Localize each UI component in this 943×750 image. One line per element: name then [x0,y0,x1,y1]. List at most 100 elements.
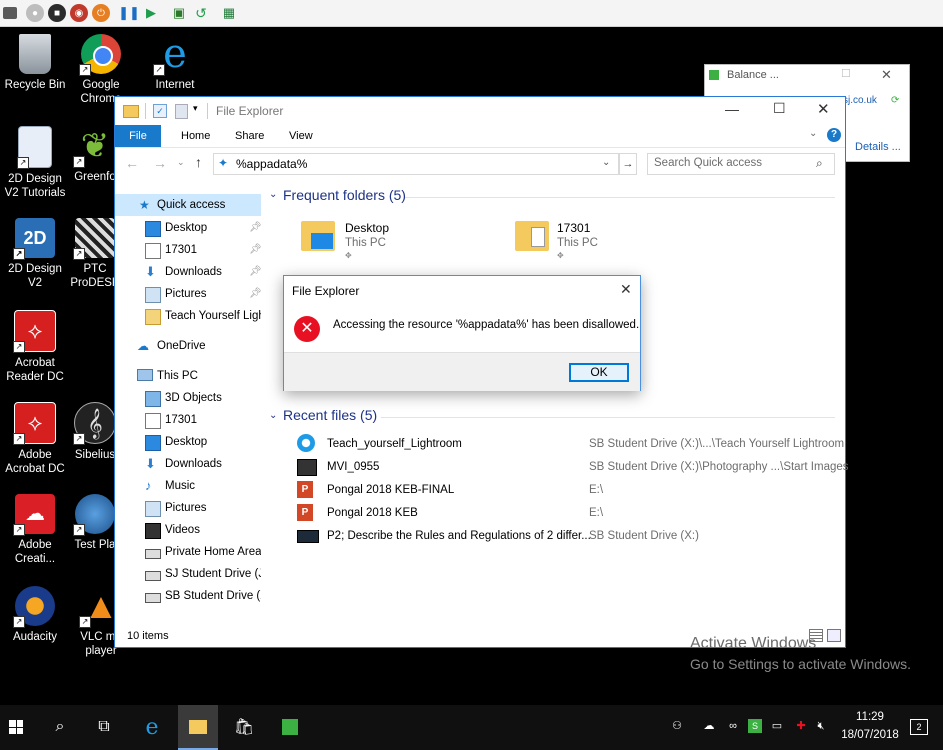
close-icon[interactable]: ✕ [817,100,830,118]
recent-file-row[interactable]: P Pongal 2018 KEB E:\ [295,502,840,524]
people-icon[interactable]: ⚇ [670,719,684,733]
tab-file[interactable]: File [115,125,161,147]
vm-share-icon[interactable]: ▦ [220,4,238,22]
refresh-icon[interactable]: ⟳ [891,95,899,106]
frequent-folders-header[interactable]: Frequent folders (5) [283,187,406,203]
internet-shortcut-icon [297,434,315,452]
recent-locations-icon[interactable]: ⌄ [177,157,185,168]
file-explorer-taskbar-button[interactable] [178,705,218,750]
collapse-chevron-icon[interactable]: ⌄ [269,410,277,421]
up-icon[interactable]: ↑ [195,154,202,170]
vm-pause-icon[interactable]: ❚❚ [118,4,140,22]
desktop-icon-2d-design-tutorials[interactable]: ↗ 2D Design V2 Tutorials [0,126,70,200]
link-icon[interactable]: ∞ [726,719,740,733]
clock[interactable]: 11:29 18/07/2018 [840,708,900,744]
recent-file-row[interactable]: Teach_yourself_Lightroom SB Student Driv… [295,433,844,455]
network-icon[interactable]: ▭ [770,719,784,733]
desktop-icon-adobe-acrobat[interactable]: ⟡ ↗ Adobe Acrobat DC [0,402,70,476]
search-icon[interactable]: ⌕ [46,713,74,741]
notifications-icon[interactable]: 2 [910,719,928,735]
onedrive-icon[interactable]: ☁ [702,719,716,733]
desktop-icon-recycle-bin[interactable]: Recycle Bin [0,34,70,92]
desktop-icon-test-player[interactable]: ↗ Test Pla [70,494,120,552]
vm-power-icon[interactable]: ⏻ [92,4,110,22]
vm-settings-icon[interactable]: ● [26,4,44,22]
nav-pc-17301[interactable]: 17301 [115,409,261,431]
edge-icon[interactable]: e [138,713,166,741]
address-field[interactable]: ✦ %appadata% ⌄ [213,153,619,175]
vm-menu-icon[interactable] [3,7,17,19]
properties-icon[interactable]: ✓ [153,104,167,118]
nav-this-pc[interactable]: This PC [115,365,261,387]
search-box[interactable]: Search Quick access ⌕ [647,153,835,175]
balance-app-icon[interactable] [276,713,304,741]
nav-sj-student-drive[interactable]: SJ Student Drive (J:) [115,563,261,585]
tab-home[interactable]: Home [173,125,218,147]
frequent-folder-desktop[interactable]: Desktop This PC ✥ [301,217,501,263]
details-link[interactable]: Details ... [855,141,901,153]
nav-17301[interactable]: 17301 📌︎ [115,239,261,261]
balance-tray-icon[interactable]: S [748,719,762,733]
taskbar: ⌕ ⧉ e 🛍︎ ⚇ ☁ ∞ S ▭ ✚ 🔇︎ 11:29 18/07/2018… [0,705,943,750]
volume-icon[interactable]: 🔇︎ [814,719,828,733]
nav-desktop[interactable]: Desktop 📌︎ [115,217,261,239]
recent-file-row[interactable]: P Pongal 2018 KEB-FINAL E:\ [295,479,840,501]
desktop-icon-ptc-prodesktop[interactable]: ↗ PTC ProDESK [70,218,120,290]
pin-icon[interactable]: 📌︎ [249,217,261,239]
nav-3d-objects[interactable]: 3D Objects [115,387,261,409]
vm-reset-icon[interactable]: ◉ [70,4,88,22]
address-dropdown-icon[interactable]: ⌄ [602,157,610,168]
tab-view[interactable]: View [281,125,321,147]
nav-private-home-area[interactable]: Private Home Area [115,541,261,563]
back-icon[interactable]: ← [125,155,139,171]
nav-quick-access[interactable]: ★ Quick access [115,194,261,216]
close-icon[interactable]: ✕ [881,67,892,83]
search-icon[interactable]: ⌕ [816,156,823,171]
nav-pc-desktop[interactable]: Desktop [115,431,261,453]
new-folder-icon[interactable] [175,104,188,119]
vm-stop-icon[interactable]: ■ [48,4,66,22]
quick-access-toolbar-dropdown-icon[interactable]: ▾ [193,103,198,114]
nav-music[interactable]: ♪ Music [115,475,261,497]
go-arrow-icon[interactable]: → [619,153,637,175]
forward-icon[interactable]: → [153,155,167,171]
expand-ribbon-icon[interactable]: ⌄ [809,128,817,139]
desktop-icon-acrobat-reader[interactable]: ⟡ ↗ Acrobat Reader DC [0,310,70,384]
desktop-icon-internet-explorer[interactable]: e ↗ Internet [140,34,210,92]
recent-file-row[interactable]: MVI_0955 SB Student Drive (X:)\Photograp… [295,456,849,478]
tab-share[interactable]: Share [227,125,272,147]
vm-revert-icon[interactable]: ↺ [192,4,210,22]
maximize-icon[interactable]: ☐ [841,67,851,80]
vm-checkpoint-icon[interactable]: ▣ [170,4,188,22]
desktop-icon-2d-design[interactable]: 2D ↗ 2D Design V2 [0,218,70,290]
pin-icon[interactable]: 📌︎ [249,239,261,261]
nav-pictures[interactable]: Pictures 📌︎ [115,283,261,305]
pin-icon[interactable]: 📌︎ [249,261,261,283]
nav-pc-downloads[interactable]: ⬇ Downloads [115,453,261,475]
desktop-icon-sibelius[interactable]: 𝄞 ↗ Sibelius [70,402,120,462]
nav-downloads[interactable]: ⬇ Downloads 📌︎ [115,261,261,283]
nav-videos[interactable]: Videos [115,519,261,541]
desktop-icon-audacity[interactable]: ↗ Audacity [0,586,70,644]
nav-sb-student-drive[interactable]: SB Student Drive (X: [115,585,261,607]
nav-pc-pictures[interactable]: Pictures [115,497,261,519]
frequent-folder-17301[interactable]: 17301 This PC ✥ [515,217,715,263]
ok-button[interactable]: OK [569,363,629,382]
collapse-chevron-icon[interactable]: ⌄ [269,189,277,200]
help-icon[interactable]: ? [827,128,841,142]
nav-teach-yourself[interactable]: Teach Yourself Ligh [115,305,261,327]
vm-play-icon[interactable]: ▶ [142,4,160,22]
pin-icon[interactable]: 📌︎ [249,283,261,305]
recent-file-row[interactable]: P2; Describe the Rules and Regulations o… [295,525,840,547]
task-view-icon[interactable]: ⧉ [90,713,118,741]
windows-start-icon[interactable] [2,713,30,741]
security-icon[interactable]: ✚ [794,719,808,733]
desktop-icon-adobe-creative-cloud[interactable]: ☁ ↗ Adobe Creati... [0,494,70,566]
minimize-icon[interactable]: — [725,101,739,117]
store-icon[interactable]: 🛍︎ [230,713,258,741]
maximize-icon[interactable]: ☐ [773,100,786,117]
nav-onedrive[interactable]: ☁ OneDrive [115,335,261,357]
desktop-icon-greenfoot[interactable]: ❦ ↗ Greenfo [70,126,120,184]
close-icon[interactable]: ✕ [620,281,632,298]
recent-files-header[interactable]: Recent files (5) [283,407,377,423]
